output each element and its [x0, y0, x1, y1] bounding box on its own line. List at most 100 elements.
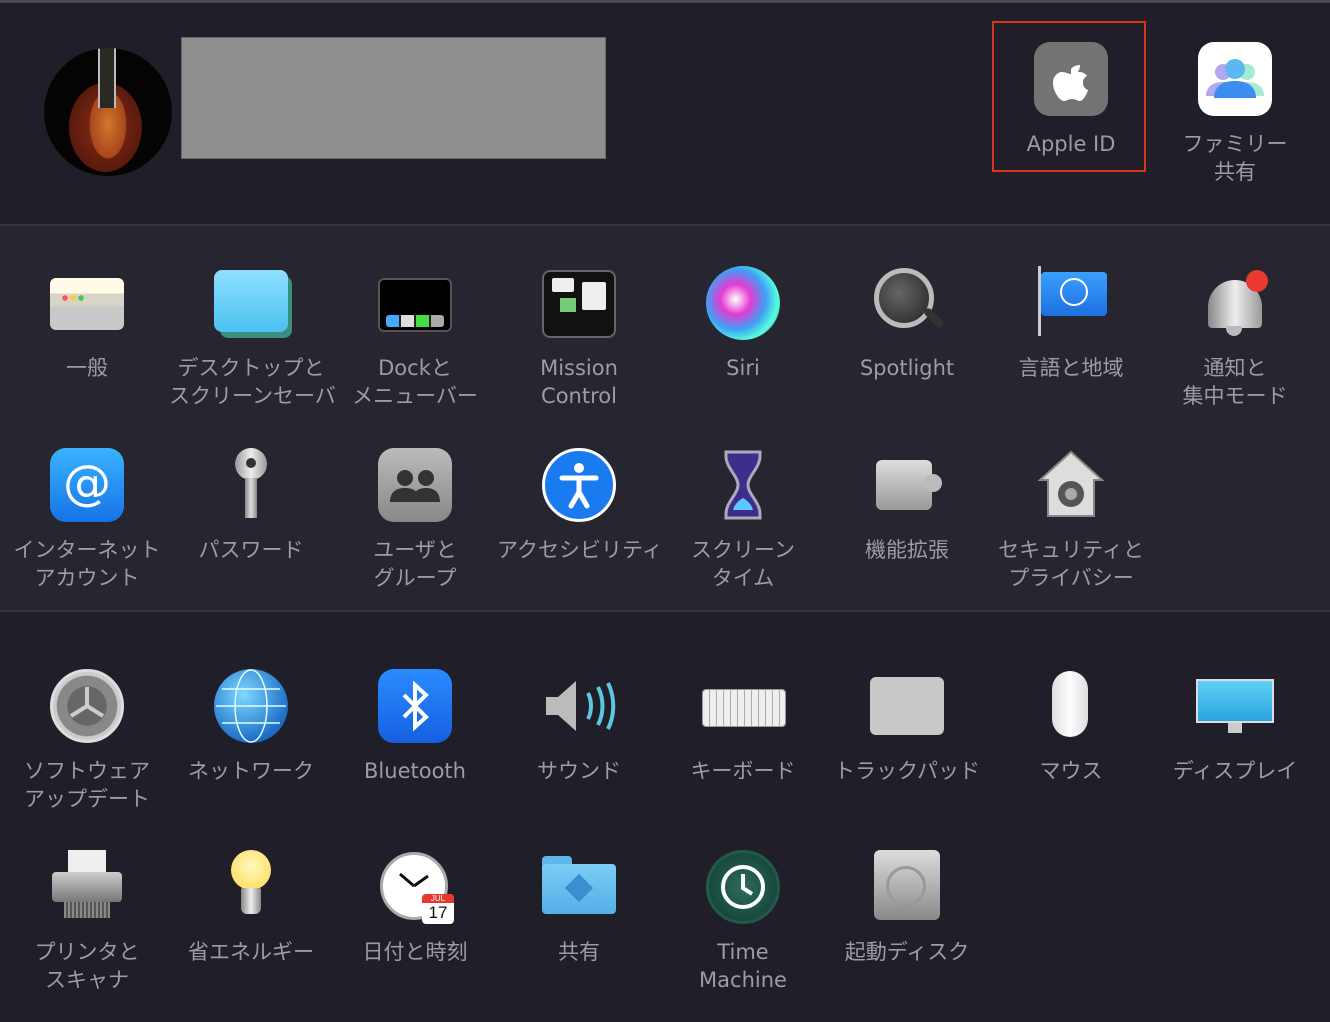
pref-internet-accounts[interactable]: @ インターネット アカウント [5, 448, 169, 592]
pref-label-line: デスクトップと [177, 356, 325, 380]
pref-label-line: アップデート [24, 787, 150, 811]
pref-printers-scanners[interactable]: プリンタと スキャナ [5, 850, 169, 994]
speaker-icon [542, 669, 616, 743]
pref-label: 機能拡張 [825, 536, 989, 564]
pref-siri[interactable]: Siri [661, 266, 825, 382]
pref-label-line: Machine [699, 968, 787, 992]
hard-disk-icon [870, 850, 944, 924]
pref-trackpad[interactable]: トラックパッド [825, 669, 989, 785]
pref-label-line: トラックパッド [834, 759, 980, 783]
pref-label-line: キーボード [690, 759, 796, 783]
users-icon [378, 448, 452, 522]
pref-label-line: Spotlight [859, 356, 955, 380]
pref-users-groups[interactable]: ユーザと グループ [333, 448, 497, 592]
pref-mission-control[interactable]: Mission Control [497, 266, 661, 410]
pref-label-line: 一般 [66, 356, 108, 380]
pref-label: インターネット アカウント [5, 536, 169, 592]
pref-label: デスクトップと スクリーンセーバ [169, 354, 336, 410]
pref-sharing[interactable]: 共有 [497, 850, 661, 966]
pref-spotlight[interactable]: Spotlight [825, 266, 989, 382]
pref-bluetooth[interactable]: Bluetooth [333, 669, 497, 785]
apple-logo-icon [1034, 42, 1108, 116]
pref-energy-saver[interactable]: 省エネルギー [169, 850, 333, 966]
pref-label-line: プライバシー [1008, 566, 1134, 590]
shared-folder-icon [542, 850, 616, 924]
pref-passwords[interactable]: パスワード [169, 448, 333, 564]
time-machine-icon [706, 850, 780, 924]
pref-label-line: プリンタと [34, 940, 140, 964]
pref-label-line: Dockと [378, 356, 452, 380]
hourglass-icon [706, 448, 780, 522]
mission-control-icon [542, 266, 616, 340]
pref-label-line: マウス [1039, 759, 1103, 783]
pref-language-region[interactable]: 言語と地域 [989, 266, 1153, 382]
pref-label: 共有 [497, 938, 661, 966]
pref-dock-menubar[interactable]: Dockとメニューバー [333, 266, 497, 410]
pref-label-line: 共有 [1214, 160, 1256, 184]
trackpad-icon [870, 669, 944, 743]
pref-label: パスワード [169, 536, 333, 564]
pref-label: ネットワーク [169, 757, 333, 785]
pref-label-line: ファミリー [1182, 132, 1288, 156]
pref-software-update[interactable]: ソフトウェア アップデート [5, 669, 169, 813]
pref-sound[interactable]: サウンド [497, 669, 661, 785]
pref-label: ディスプレイ [1153, 757, 1317, 785]
pref-label-line: ユーザと [373, 538, 457, 562]
pref-startup-disk[interactable]: 起動ディスク [825, 850, 989, 966]
pref-label: Apple ID [989, 130, 1153, 158]
pref-label-line: セキュリティと [998, 538, 1144, 562]
pref-family-sharing[interactable]: ファミリー 共有 [1153, 42, 1317, 186]
pref-label: 言語と地域 [989, 354, 1153, 382]
pref-mouse[interactable]: マウス [989, 669, 1153, 785]
pref-label-line: 共有 [558, 940, 600, 964]
pref-label-line: ディスプレイ [1172, 759, 1298, 783]
siri-icon [706, 266, 780, 340]
pref-keyboard[interactable]: キーボード [661, 669, 825, 785]
user-avatar[interactable] [44, 48, 172, 176]
pref-label-line: Mission [540, 356, 618, 380]
mouse-icon [1034, 669, 1108, 743]
pref-notifications-focus[interactable]: 通知と 集中モード [1153, 266, 1317, 410]
pref-label-line: グループ [373, 566, 457, 590]
pref-label-line: メニューバー [352, 384, 478, 408]
pref-label-line: 通知と [1203, 356, 1267, 380]
pref-extensions[interactable]: 機能拡張 [825, 448, 989, 564]
dock-icon [378, 266, 452, 340]
pref-label-line: 言語と地域 [1018, 356, 1124, 380]
keyboard-icon [702, 669, 786, 743]
pref-label: 日付と時刻 [333, 938, 497, 966]
pref-label-line: Time [717, 940, 769, 964]
pref-label: Bluetooth [333, 757, 497, 785]
pref-label: マウス [989, 757, 1153, 785]
pref-general[interactable]: 一般 [5, 266, 169, 382]
at-icon: @ [50, 448, 124, 522]
pref-label: 一般 [5, 354, 169, 382]
pref-network[interactable]: ネットワーク [169, 669, 333, 785]
flag-globe-icon [1034, 266, 1108, 340]
pref-time-machine[interactable]: Time Machine [661, 850, 825, 994]
pref-label: プリンタと スキャナ [5, 938, 169, 994]
pref-label: アクセシビリティ [497, 536, 663, 564]
display-icon [1196, 669, 1274, 743]
pref-label: セキュリティと プライバシー [989, 536, 1153, 592]
pref-screen-time[interactable]: スクリーン タイム [661, 448, 825, 592]
pref-desktop-screensaver[interactable]: デスクトップと スクリーンセーバ [169, 266, 336, 410]
pref-label: 起動ディスク [825, 938, 989, 966]
pref-displays[interactable]: ディスプレイ [1153, 669, 1317, 785]
pref-accessibility[interactable]: アクセシビリティ [497, 448, 663, 564]
pref-date-time[interactable]: JUL 17 日付と時刻 [333, 850, 497, 966]
pref-label-line: スクリーン [691, 538, 795, 562]
pref-label-line: Apple ID [1026, 132, 1116, 156]
key-icon [214, 448, 288, 522]
pref-label-line: インターネット [13, 538, 161, 562]
pref-label-line: サウンド [537, 759, 621, 783]
pref-label: サウンド [497, 757, 661, 785]
clock-calendar-icon: JUL 17 [378, 850, 454, 924]
puzzle-icon [870, 448, 944, 522]
pref-label: Siri [661, 354, 825, 382]
pref-apple-id[interactable]: Apple ID [989, 42, 1153, 158]
house-lock-icon [1034, 448, 1108, 522]
calendar-month: JUL [422, 894, 454, 903]
family-icon [1198, 42, 1272, 116]
pref-security-privacy[interactable]: セキュリティと プライバシー [989, 448, 1153, 592]
